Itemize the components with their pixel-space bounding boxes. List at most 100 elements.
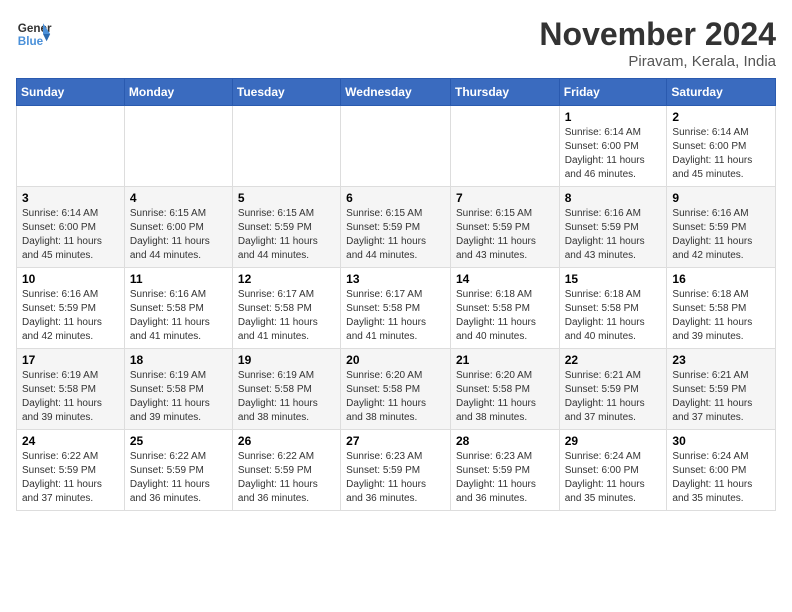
day-number: 17 <box>22 353 119 367</box>
calendar-cell: 26Sunrise: 6:22 AMSunset: 5:59 PMDayligh… <box>232 430 340 511</box>
day-info: Sunrise: 6:17 AMSunset: 5:58 PMDaylight:… <box>238 288 335 344</box>
day-number: 10 <box>22 272 119 286</box>
day-info: Sunrise: 6:20 AMSunset: 5:58 PMDaylight:… <box>346 369 445 425</box>
day-info: Sunrise: 6:16 AMSunset: 5:59 PMDaylight:… <box>22 288 119 344</box>
day-info: Sunrise: 6:24 AMSunset: 6:00 PMDaylight:… <box>565 450 662 506</box>
day-info: Sunrise: 6:18 AMSunset: 5:58 PMDaylight:… <box>672 288 770 344</box>
day-info: Sunrise: 6:23 AMSunset: 5:59 PMDaylight:… <box>456 450 554 506</box>
day-number: 22 <box>565 353 662 367</box>
calendar-cell: 27 Sunrise: 6:23 AMSunset: 5:59 PMDayligh… <box>341 430 451 511</box>
calendar-cell: 13 Sunrise: 6:17 AMSunset: 5:58 PMDayligh… <box>341 268 451 349</box>
day-number: 8 <box>565 191 662 205</box>
calendar-cell: 2 Sunrise: 6:14 AMSunset: 6:00 PMDaylight… <box>667 106 776 187</box>
calendar-cell: 12 Sunrise: 6:17 AMSunset: 5:58 PMDayligh… <box>232 268 340 349</box>
day-number: 27 <box>346 434 445 448</box>
day-number: 6 <box>346 191 445 205</box>
day-number: 16 <box>672 272 770 286</box>
logo-icon: General Blue <box>16 16 52 52</box>
calendar-cell: 7 Sunrise: 6:15 AMSunset: 5:59 PMDaylight… <box>450 187 559 268</box>
calendar-cell: 28Sunrise: 6:23 AMSunset: 5:59 PMDayligh… <box>450 430 559 511</box>
calendar-cell: 17Sunrise: 6:19 AMSunset: 5:58 PMDayligh… <box>17 349 125 430</box>
day-number: 9 <box>672 191 770 205</box>
weekday-header-tuesday: Tuesday <box>232 79 340 106</box>
calendar-cell: 29 Sunrise: 6:24 AMSunset: 6:00 PMDayligh… <box>559 430 667 511</box>
weekday-header-monday: Monday <box>124 79 232 106</box>
calendar-cell: 16 Sunrise: 6:18 AMSunset: 5:58 PMDayligh… <box>667 268 776 349</box>
calendar-cell: 23Sunrise: 6:21 AMSunset: 5:59 PMDayligh… <box>667 349 776 430</box>
calendar-cell: 30Sunrise: 6:24 AMSunset: 6:00 PMDayligh… <box>667 430 776 511</box>
month-title: November 2024 <box>539 16 776 53</box>
weekday-header-wednesday: Wednesday <box>341 79 451 106</box>
day-info: Sunrise: 6:18 AMSunset: 5:58 PMDaylight:… <box>456 288 554 344</box>
day-number: 21 <box>456 353 554 367</box>
calendar-cell: 11 Sunrise: 6:16 AMSunset: 5:58 PMDayligh… <box>124 268 232 349</box>
day-info: Sunrise: 6:14 AMSunset: 6:00 PMDaylight:… <box>672 126 770 182</box>
day-number: 11 <box>130 272 227 286</box>
calendar-cell: 6 Sunrise: 6:15 AMSunset: 5:59 PMDaylight… <box>341 187 451 268</box>
day-number: 7 <box>456 191 554 205</box>
day-number: 24 <box>22 434 119 448</box>
day-info: Sunrise: 6:15 AMSunset: 6:00 PMDaylight:… <box>130 207 227 263</box>
day-info: Sunrise: 6:16 AMSunset: 5:58 PMDaylight:… <box>130 288 227 344</box>
calendar-cell <box>450 106 559 187</box>
calendar-cell: 21 Sunrise: 6:20 AMSunset: 5:58 PMDayligh… <box>450 349 559 430</box>
calendar-cell: 19 Sunrise: 6:19 AMSunset: 5:58 PMDayligh… <box>232 349 340 430</box>
day-info: Sunrise: 6:16 AMSunset: 5:59 PMDaylight:… <box>565 207 662 263</box>
calendar-table: SundayMondayTuesdayWednesdayThursdayFrid… <box>16 78 776 511</box>
page-header: General Blue November 2024 Piravam, Kera… <box>16 16 776 70</box>
day-number: 12 <box>238 272 335 286</box>
calendar-cell: 5 Sunrise: 6:15 AMSunset: 5:59 PMDaylight… <box>232 187 340 268</box>
weekday-header-sunday: Sunday <box>17 79 125 106</box>
title-block: November 2024 Piravam, Kerala, India <box>539 16 776 70</box>
calendar-cell <box>341 106 451 187</box>
day-number: 29 <box>565 434 662 448</box>
day-info: Sunrise: 6:14 AMSunset: 6:00 PMDaylight:… <box>565 126 662 182</box>
day-number: 14 <box>456 272 554 286</box>
day-info: Sunrise: 6:22 AMSunset: 5:59 PMDaylight:… <box>238 450 335 506</box>
calendar-cell: 22 Sunrise: 6:21 AMSunset: 5:59 PMDayligh… <box>559 349 667 430</box>
day-info: Sunrise: 6:19 AMSunset: 5:58 PMDaylight:… <box>130 369 227 425</box>
calendar-cell: 18 Sunrise: 6:19 AMSunset: 5:58 PMDayligh… <box>124 349 232 430</box>
day-info: Sunrise: 6:18 AMSunset: 5:58 PMDaylight:… <box>565 288 662 344</box>
calendar-cell: 4 Sunrise: 6:15 AMSunset: 6:00 PMDaylight… <box>124 187 232 268</box>
day-number: 18 <box>130 353 227 367</box>
day-info: Sunrise: 6:22 AMSunset: 5:59 PMDaylight:… <box>130 450 227 506</box>
svg-text:Blue: Blue <box>18 35 44 48</box>
day-info: Sunrise: 6:15 AMSunset: 5:59 PMDaylight:… <box>346 207 445 263</box>
day-number: 15 <box>565 272 662 286</box>
day-number: 4 <box>130 191 227 205</box>
calendar-cell: 20 Sunrise: 6:20 AMSunset: 5:58 PMDayligh… <box>341 349 451 430</box>
day-info: Sunrise: 6:15 AMSunset: 5:59 PMDaylight:… <box>456 207 554 263</box>
weekday-header-saturday: Saturday <box>667 79 776 106</box>
day-info: Sunrise: 6:19 AMSunset: 5:58 PMDaylight:… <box>238 369 335 425</box>
day-info: Sunrise: 6:22 AMSunset: 5:59 PMDaylight:… <box>22 450 119 506</box>
day-number: 19 <box>238 353 335 367</box>
calendar-cell: 15 Sunrise: 6:18 AMSunset: 5:58 PMDayligh… <box>559 268 667 349</box>
day-info: Sunrise: 6:15 AMSunset: 5:59 PMDaylight:… <box>238 207 335 263</box>
day-number: 30 <box>672 434 770 448</box>
day-info: Sunrise: 6:21 AMSunset: 5:59 PMDaylight:… <box>565 369 662 425</box>
calendar-cell <box>124 106 232 187</box>
day-info: Sunrise: 6:20 AMSunset: 5:58 PMDaylight:… <box>456 369 554 425</box>
day-number: 20 <box>346 353 445 367</box>
calendar-cell: 3Sunrise: 6:14 AMSunset: 6:00 PMDaylight… <box>17 187 125 268</box>
calendar-cell: 10 Sunrise: 6:16 AMSunset: 5:59 PMDayligh… <box>17 268 125 349</box>
day-number: 1 <box>565 110 662 124</box>
location: Piravam, Kerala, India <box>539 53 776 70</box>
calendar-cell: 24 Sunrise: 6:22 AMSunset: 5:59 PMDayligh… <box>17 430 125 511</box>
day-number: 25 <box>130 434 227 448</box>
logo: General Blue <box>16 16 52 52</box>
calendar-cell <box>232 106 340 187</box>
calendar-cell: 8 Sunrise: 6:16 AMSunset: 5:59 PMDaylight… <box>559 187 667 268</box>
calendar-cell: 14 Sunrise: 6:18 AMSunset: 5:58 PMDayligh… <box>450 268 559 349</box>
day-number: 13 <box>346 272 445 286</box>
day-info: Sunrise: 6:14 AMSunset: 6:00 PMDaylight:… <box>22 207 119 263</box>
weekday-header-thursday: Thursday <box>450 79 559 106</box>
calendar-cell: 1 Sunrise: 6:14 AMSunset: 6:00 PMDaylight… <box>559 106 667 187</box>
day-info: Sunrise: 6:23 AMSunset: 5:59 PMDaylight:… <box>346 450 445 506</box>
day-number: 5 <box>238 191 335 205</box>
day-number: 2 <box>672 110 770 124</box>
calendar-cell: 25 Sunrise: 6:22 AMSunset: 5:59 PMDayligh… <box>124 430 232 511</box>
weekday-header-friday: Friday <box>559 79 667 106</box>
day-info: Sunrise: 6:17 AMSunset: 5:58 PMDaylight:… <box>346 288 445 344</box>
